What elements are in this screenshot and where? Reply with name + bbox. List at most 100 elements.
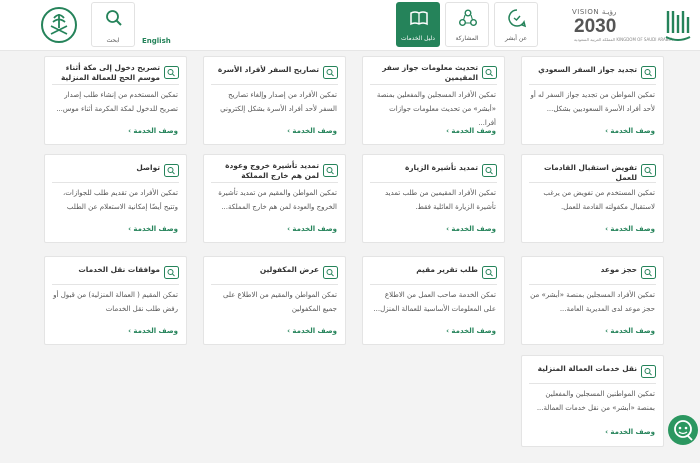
- service-details-link[interactable]: وصف الخدمة ›: [446, 127, 496, 135]
- service-title: حجز موعد: [600, 265, 637, 274]
- service-description: تمكين المستخدم من إنشاء طلب إصدار تصريح …: [56, 91, 178, 113]
- service-search-icon: [641, 264, 656, 279]
- service-description: تمكين الأفراد المسجلين والمفعلين بمنصة «…: [376, 91, 496, 127]
- service-search-icon: [323, 64, 338, 79]
- language-switch[interactable]: English: [142, 37, 171, 45]
- service-details-link[interactable]: وصف الخدمة ›: [287, 225, 337, 233]
- service-title: تمديد تأشيرة الزيارة: [404, 163, 478, 172]
- service-search-icon: [164, 162, 179, 177]
- service-description: تمكين المواطنين المسجلين والمفعلين بمنصة…: [536, 390, 655, 412]
- divider: [370, 284, 497, 285]
- divider: [52, 284, 179, 285]
- vision-small-text: VISION رؤيـة: [572, 8, 617, 16]
- service-description: تمكين الأفراد من إصدار وإلغاء تصاريح الس…: [220, 91, 337, 113]
- service-details-link[interactable]: وصف الخدمة ›: [605, 127, 655, 135]
- nav-label: عن أبشر: [504, 35, 528, 42]
- service-card[interactable]: عرض المكفولين تمكن المواطن والمقيم من ال…: [203, 256, 346, 345]
- service-description: تمكن المواطن والمقيم من الاطلاع على جميع…: [223, 291, 337, 313]
- chat-circle-icon: [507, 8, 527, 28]
- service-search-icon: [323, 162, 338, 177]
- divider: [529, 182, 656, 183]
- service-description: تمكين الأفراد المقيمين من طلب تمديد تأشي…: [384, 189, 496, 211]
- nav-services-guide[interactable]: دليل الخدمات: [396, 2, 440, 47]
- service-card[interactable]: حجز موعد تمكين الأفراد المسجلين بمنصة «أ…: [521, 256, 664, 345]
- divider: [529, 383, 656, 384]
- service-title: عرض المكفولين: [259, 265, 319, 274]
- service-title: تصاريح السفر لأفراد الأسرة: [217, 65, 319, 74]
- service-title: تصريح دخول إلى مكة أثناء موسم الحج للعما…: [60, 63, 160, 82]
- vision-year: 2030: [574, 16, 617, 37]
- service-details-link[interactable]: وصف الخدمة ›: [446, 327, 496, 335]
- nav-about-absher[interactable]: عن أبشر: [494, 2, 538, 47]
- service-card[interactable]: نقل خدمات العمالة المنزلية تمكين المواطن…: [521, 355, 664, 447]
- service-details-link[interactable]: وصف الخدمة ›: [605, 225, 655, 233]
- vision-2030-logo: VISION رؤيـة 2030 المملكة العربية السعود…: [572, 6, 672, 46]
- divider: [211, 84, 338, 85]
- service-title: طلب تقرير مقيم: [416, 265, 478, 274]
- service-title: تواصل: [136, 163, 160, 172]
- service-details-link[interactable]: وصف الخدمة ›: [128, 127, 178, 135]
- service-search-icon: [482, 162, 497, 177]
- service-description: تمكين المواطن والمقيم من تمديد تأشيرة ال…: [218, 189, 337, 211]
- service-card[interactable]: تصاريح السفر لأفراد الأسرة تمكين الأفراد…: [203, 56, 346, 145]
- saudi-emblem-icon[interactable]: [40, 6, 78, 44]
- service-title: تفويض استقبال القادمات للعمل: [543, 163, 637, 182]
- service-details-link[interactable]: وصف الخدمة ›: [605, 428, 655, 436]
- service-description: تمكن الخدمة صاحب العمل من الاطلاع على ال…: [373, 291, 496, 313]
- service-search-icon: [641, 363, 656, 378]
- service-title: تمديد تأشيرة خروج وعودة لمن هم خارج المم…: [225, 161, 319, 180]
- nav-participation[interactable]: المشاركة: [445, 2, 489, 47]
- nav-label: دليل الخدمات: [401, 35, 435, 42]
- nav-label: المشاركة: [455, 35, 479, 42]
- service-description: تمكن المقيم ( العمالة المنزلية) من قبول …: [53, 291, 178, 313]
- absher-logo-icon[interactable]: [664, 7, 692, 45]
- service-details-link[interactable]: وصف الخدمة ›: [128, 327, 178, 335]
- service-card[interactable]: تجديد جواز السفر السعودي تمكين المواطن م…: [521, 56, 664, 145]
- service-title: تجديد جواز السفر السعودي: [538, 65, 637, 74]
- service-card[interactable]: تمديد تأشيرة الزيارة تمكين الأفراد المقي…: [362, 154, 505, 243]
- service-card[interactable]: تواصل تمكين الأفراد من تقديم طلب للجوازا…: [44, 154, 187, 243]
- service-card[interactable]: تصريح دخول إلى مكة أثناء موسم الحج للعما…: [44, 56, 187, 145]
- service-description: تمكين المواطن من تجديد جواز السفر له أو …: [530, 91, 655, 113]
- service-card[interactable]: تمديد تأشيرة خروج وعودة لمن هم خارج المم…: [203, 154, 346, 243]
- chatbot-icon: [668, 420, 698, 449]
- chat-support-button[interactable]: [668, 415, 698, 445]
- service-description: تمكين الأفراد المسجلين بمنصة «أبشر» من ح…: [530, 291, 655, 313]
- service-card[interactable]: موافقات نقل الخدمات تمكن المقيم ( العمال…: [44, 256, 187, 345]
- book-icon: [409, 8, 429, 28]
- service-details-link[interactable]: وصف الخدمة ›: [446, 225, 496, 233]
- service-title: نقل خدمات العمالة المنزلية: [537, 364, 637, 373]
- vision-subtitle: المملكة العربية السعودية KINGDOM OF SAUD…: [574, 37, 673, 42]
- divider: [52, 182, 179, 183]
- divider: [370, 182, 497, 183]
- service-details-link[interactable]: وصف الخدمة ›: [605, 327, 655, 335]
- service-search-icon: [482, 264, 497, 279]
- service-card[interactable]: تحديث معلومات جواز سفر المقيمين تمكين ال…: [362, 56, 505, 145]
- search-icon: [104, 8, 124, 28]
- service-title: موافقات نقل الخدمات: [78, 265, 160, 274]
- divider: [529, 284, 656, 285]
- search-button[interactable]: ابحث: [91, 2, 135, 47]
- divider: [370, 84, 497, 85]
- people-network-icon: [458, 8, 478, 28]
- service-search-icon: [164, 64, 179, 79]
- service-search-icon: [641, 64, 656, 79]
- search-label: ابحث: [106, 37, 120, 44]
- service-details-link[interactable]: وصف الخدمة ›: [287, 127, 337, 135]
- service-search-icon: [482, 64, 497, 79]
- top-header: ابحث English دليل الخدمات المشاركة عن أب…: [0, 0, 700, 51]
- service-details-link[interactable]: وصف الخدمة ›: [287, 327, 337, 335]
- divider: [529, 84, 656, 85]
- service-search-icon: [164, 264, 179, 279]
- divider: [52, 84, 179, 85]
- service-search-icon: [323, 264, 338, 279]
- divider: [211, 284, 338, 285]
- service-card[interactable]: تفويض استقبال القادمات للعمل تمكين المست…: [521, 154, 664, 243]
- service-description: تمكين الأفراد من تقديم طلب للجوازات، وتت…: [63, 189, 178, 211]
- service-card[interactable]: طلب تقرير مقيم تمكن الخدمة صاحب العمل من…: [362, 256, 505, 345]
- service-title: تحديث معلومات جواز سفر المقيمين: [382, 63, 478, 82]
- service-search-icon: [641, 162, 656, 177]
- service-details-link[interactable]: وصف الخدمة ›: [128, 225, 178, 233]
- service-description: تمكين المستخدم من تفويض من يرغب لاستقبال…: [543, 189, 655, 211]
- divider: [211, 182, 338, 183]
